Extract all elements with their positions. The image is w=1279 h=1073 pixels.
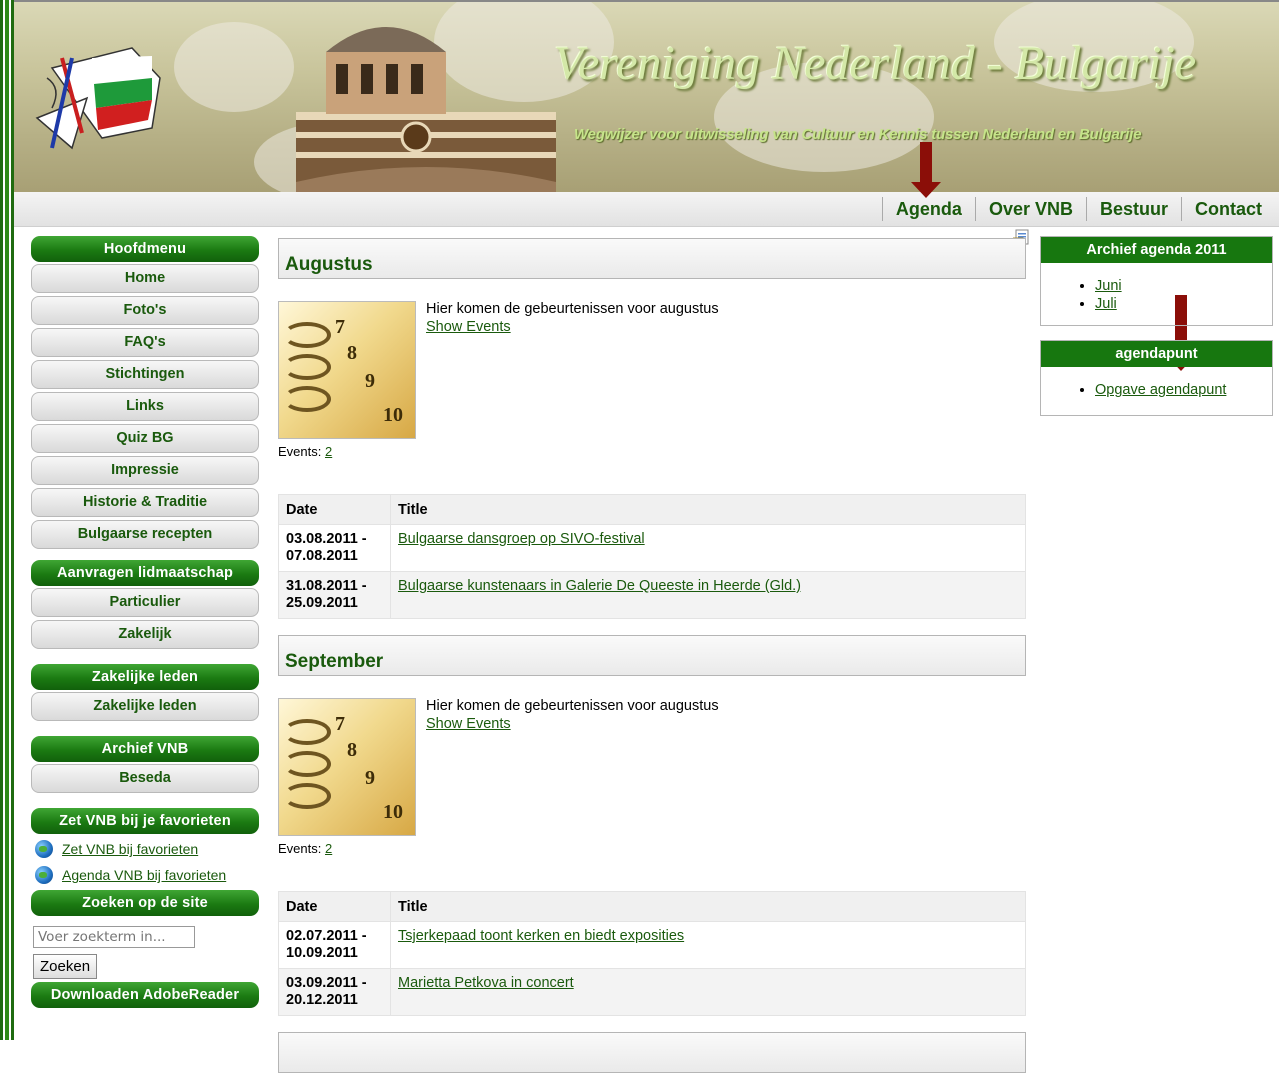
column-header-date: Date <box>278 891 391 922</box>
event-title-link[interactable]: Marietta Petkova in concert <box>398 975 574 991</box>
nav-bestuur[interactable]: Bestuur <box>1085 197 1181 221</box>
events-count: Events: 2 <box>278 841 333 856</box>
month-intro: 7 8 9 10 Events: 2 Hier komen de gebeurt… <box>278 698 1026 856</box>
events-count: Events: 2 <box>278 444 333 459</box>
month-heading: Augustus <box>278 238 1026 279</box>
site-subtitle: Wegwijzer voor uitwisseling van Cultuur … <box>574 126 1142 143</box>
archief-agenda-title: Archief agenda 2011 <box>1041 237 1272 263</box>
download-adobe-title: Downloaden AdobeReader <box>31 982 259 1008</box>
menu-item-historie[interactable]: Historie & Traditie <box>31 488 259 517</box>
table-row: 31.08.2011 -25.09.2011 Bulgaarse kunsten… <box>278 571 1026 619</box>
top-navigation: Agenda Over VNB Bestuur Contact <box>14 192 1279 227</box>
search-input[interactable] <box>33 926 195 948</box>
opgave-agendapunt-link[interactable]: Opgave agendapunt <box>1095 382 1226 398</box>
fav-link-site[interactable]: Zet VNB bij favorieten <box>31 836 259 862</box>
event-date: 02.07.2011 -10.09.2011 <box>278 921 391 969</box>
events-count-link[interactable]: 2 <box>325 444 332 459</box>
event-title-link[interactable]: Bulgaarse kunstenaars in Galerie De Quee… <box>398 578 801 594</box>
event-title-link[interactable]: Bulgaarse dansgroep op SIVO-festival <box>398 531 645 547</box>
nav-contact[interactable]: Contact <box>1181 197 1275 221</box>
right-sidebar: Archief agenda 2011 Juni Juli agendapunt… <box>1040 236 1273 430</box>
search-button[interactable]: Zoeken <box>33 954 98 979</box>
month-intro-text: Hier komen de gebeurtenissen voor august… <box>426 301 719 317</box>
archief-agenda-box: Archief agenda 2011 Juni Juli <box>1040 236 1273 326</box>
zoeken-title: Zoeken op de site <box>31 890 259 916</box>
nav-agenda[interactable]: Agenda <box>881 197 975 221</box>
hoofdmenu-title: Hoofdmenu <box>31 236 259 262</box>
main-content: Augustus 7 8 9 10 Events: 2 Hier komen d… <box>278 238 1026 1073</box>
fav-link-site-label: Zet VNB bij favorieten <box>62 841 199 857</box>
event-title-link[interactable]: Tsjerkepaad toont kerken en biedt exposi… <box>398 928 684 944</box>
events-count-link[interactable]: 2 <box>325 841 332 856</box>
left-sidebar: Hoofdmenu Home Foto's FAQ's Stichtingen … <box>31 236 259 1010</box>
site-header: Vereniging Nederland - Bulgarije Wegwijz… <box>14 0 1279 194</box>
menu-item-recepten[interactable]: Bulgaarse recepten <box>31 520 259 549</box>
show-events-link[interactable]: Show Events <box>426 715 719 733</box>
table-row: 02.07.2011 -10.09.2011 Tsjerkepaad toont… <box>278 921 1026 969</box>
menu-item-quiz-bg[interactable]: Quiz BG <box>31 424 259 453</box>
events-table: Date Title 02.07.2011 -10.09.2011 Tsjerk… <box>278 891 1026 1016</box>
globe-icon <box>35 840 53 858</box>
fav-link-agenda-label: Agenda VNB bij favorieten <box>62 867 227 883</box>
calendar-image: 7 8 9 10 <box>278 301 416 439</box>
calendar-image: 7 8 9 10 <box>278 698 416 836</box>
annotation-arrow-agenda <box>911 142 941 198</box>
event-date: 03.09.2011 -20.12.2011 <box>278 968 391 1016</box>
event-date: 31.08.2011 -25.09.2011 <box>278 571 391 619</box>
column-header-date: Date <box>278 494 391 525</box>
show-events-link[interactable]: Show Events <box>426 318 719 336</box>
month-intro-text: Hier komen de gebeurtenissen voor august… <box>426 698 719 714</box>
events-table: Date Title 03.08.2011 -07.08.2011 Bulgaa… <box>278 494 1026 619</box>
menu-item-beseda[interactable]: Beseda <box>31 764 259 793</box>
column-header-title: Title <box>390 891 1026 922</box>
archive-link-juni[interactable]: Juni <box>1095 278 1122 294</box>
site-title: Vereniging Nederland - Bulgarije <box>554 37 1197 90</box>
menu-item-faqs[interactable]: FAQ's <box>31 328 259 357</box>
column-header-title: Title <box>390 494 1026 525</box>
archief-vnb-title: Archief VNB <box>31 736 259 762</box>
globe-icon <box>35 866 53 884</box>
menu-item-fotos[interactable]: Foto's <box>31 296 259 325</box>
lidmaatschap-title: Aanvragen lidmaatschap <box>31 560 259 586</box>
event-date: 03.08.2011 -07.08.2011 <box>278 524 391 572</box>
month-intro: 7 8 9 10 Events: 2 Hier komen de gebeurt… <box>278 301 1026 459</box>
left-border <box>0 0 14 1040</box>
menu-item-particulier[interactable]: Particulier <box>31 588 259 617</box>
month-heading: September <box>278 635 1026 676</box>
favorieten-title: Zet VNB bij je favorieten <box>31 808 259 834</box>
agendapunt-box: agendapunt Opgave agendapunt <box>1040 340 1273 416</box>
agendapunt-title: agendapunt <box>1041 341 1272 367</box>
menu-item-impressie[interactable]: Impressie <box>31 456 259 485</box>
zakelijke-leden-title: Zakelijke leden <box>31 664 259 690</box>
month-heading-partial <box>278 1032 1026 1073</box>
menu-item-links[interactable]: Links <box>31 392 259 421</box>
nav-over-vnb[interactable]: Over VNB <box>974 197 1086 221</box>
fav-link-agenda[interactable]: Agenda VNB bij favorieten <box>31 862 259 888</box>
menu-item-zakelijke-leden[interactable]: Zakelijke leden <box>31 692 259 721</box>
menu-item-home[interactable]: Home <box>31 264 259 293</box>
vnb-logo <box>35 47 161 150</box>
menu-item-stichtingen[interactable]: Stichtingen <box>31 360 259 389</box>
archive-link-juli[interactable]: Juli <box>1095 296 1117 312</box>
menu-item-zakelijk[interactable]: Zakelijk <box>31 620 259 649</box>
church-image <box>296 27 556 194</box>
table-row: 03.08.2011 -07.08.2011 Bulgaarse dansgro… <box>278 524 1026 572</box>
table-row: 03.09.2011 -20.12.2011 Marietta Petkova … <box>278 968 1026 1016</box>
